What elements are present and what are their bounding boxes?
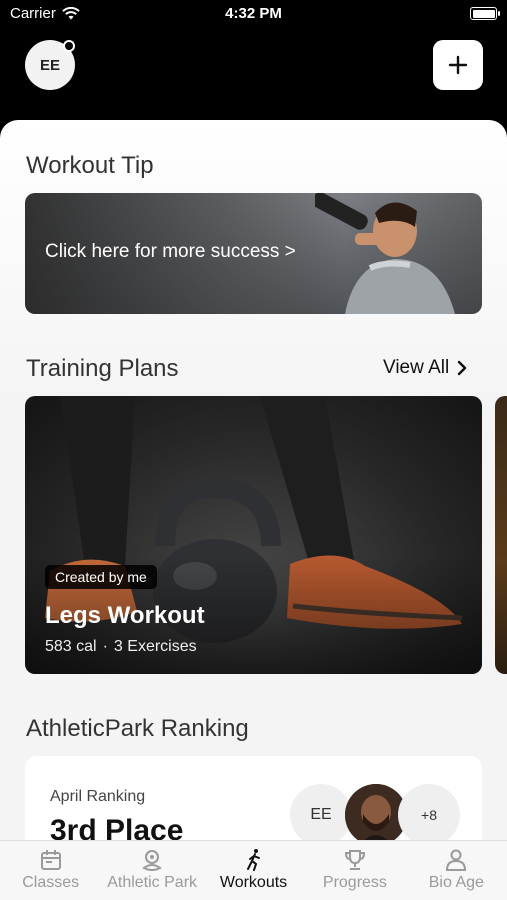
tab-classes[interactable]: Classes [0,841,101,900]
training-plan-card[interactable]: Created by me Legs Workout 583 cal · 3 E… [25,396,482,674]
main-content[interactable]: Workout Tip Click here for more success … [0,120,507,840]
profile-avatar[interactable]: EE [25,40,75,90]
person-icon [446,849,467,871]
ranking-more-badge[interactable]: +8 [398,784,460,840]
tab-progress[interactable]: Progress [304,841,405,900]
tab-label: Classes [22,874,80,891]
add-button[interactable] [433,40,483,90]
chevron-right-icon [457,360,467,376]
calendar-icon [40,850,61,870]
ranking-card[interactable]: April Ranking 3rd Place EE +8 [25,756,482,840]
plan-name: Legs Workout [45,602,205,629]
plan-calories: 583 cal [45,638,97,655]
tab-workouts[interactable]: Workouts [203,841,304,900]
ranking-avatar-initials: EE [310,806,332,823]
workout-tip-card[interactable]: Click here for more success > [25,193,482,314]
tip-cta-link[interactable]: Click here for more success > [45,241,296,263]
battery-icon [470,7,500,20]
trophy-icon [344,850,365,870]
tab-bar: Classes Athletic Park Workouts Progress … [0,840,507,900]
status-time: 4:32 PM [225,5,282,22]
tab-label: Bio Age [428,874,484,891]
view-all-label: View All [383,357,450,378]
ranking-period: April Ranking [50,788,146,805]
tab-label: Workouts [219,874,288,891]
tab-athletic-park[interactable]: Athletic Park [101,841,202,900]
created-by-me-badge: Created by me [45,565,157,589]
ranking-place: 3rd Place [50,814,184,840]
status-bar: Carrier 4:32 PM [0,0,507,30]
workout-tip-title: Workout Tip [26,152,154,179]
view-all-button[interactable]: View All [383,357,467,379]
tab-label: Athletic Park [107,874,198,891]
location-pin-icon [142,850,163,871]
plus-icon [448,55,468,75]
plan-exercises: 3 Exercises [113,638,197,655]
avatar-initials: EE [39,56,60,74]
athlete-drinking-image [315,193,455,314]
notification-dot [63,40,75,52]
next-plan-card[interactable] [495,396,507,674]
runner-icon [246,849,260,871]
training-plans-title: Training Plans [26,355,179,382]
ranking-title: AthleticPark Ranking [26,715,249,742]
meta-separator: · [102,638,108,655]
tab-label: Progress [322,874,387,891]
ranking-more-count: +8 [421,807,437,823]
plan-meta: 583 cal · 3 Exercises [45,638,197,656]
ranking-avatar-self[interactable]: EE [290,784,352,840]
tab-bio-age[interactable]: Bio Age [406,841,507,900]
top-bar: EE [0,30,507,120]
